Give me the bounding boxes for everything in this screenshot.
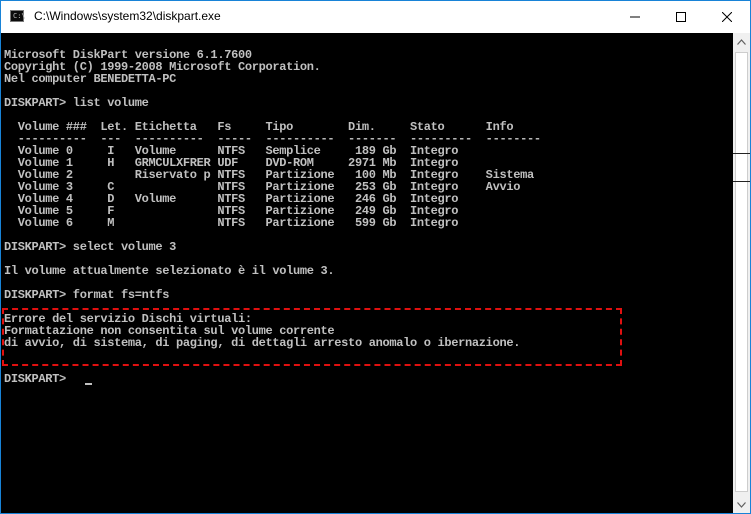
prompt-line[interactable]: DISKPART> [4, 373, 73, 385]
scroll-down-arrow-icon [737, 501, 746, 508]
error-highlight-box [2, 308, 622, 366]
console-line: DISKPART> select volume 3 [4, 240, 177, 254]
text-cursor [85, 383, 92, 385]
app-icon-glyph: C:\ [13, 12, 26, 20]
vertical-scrollbar[interactable] [733, 33, 750, 513]
close-icon [722, 11, 732, 22]
console-output[interactable]: Microsoft DiskPart versione 6.1.7600 Cop… [1, 33, 733, 513]
scroll-up-button[interactable] [733, 33, 750, 50]
scroll-down-button[interactable] [733, 496, 750, 513]
maximize-icon [676, 11, 686, 22]
scroll-track[interactable] [733, 50, 750, 496]
scroll-thumb[interactable] [735, 52, 748, 492]
console-line: DISKPART> list volume [4, 96, 149, 110]
diskpart-window: C:\ C:\Windows\system32\diskpart.exe Mic… [0, 0, 751, 514]
minimize-icon [630, 16, 640, 17]
window-title: C:\Windows\system32\diskpart.exe [34, 9, 221, 23]
scroll-marker [733, 153, 750, 154]
close-button[interactable] [704, 1, 750, 32]
scroll-up-arrow-icon [737, 38, 746, 45]
console-line: Il volume attualmente selezionato è il v… [4, 264, 335, 278]
maximize-button[interactable] [658, 1, 704, 32]
minimize-button[interactable] [612, 1, 658, 32]
table-row: Volume 6 M NTFS Partizione 599 Gb Integr… [4, 216, 459, 230]
console-line: DISKPART> format fs=ntfs [4, 288, 170, 302]
title-bar[interactable]: C:\ C:\Windows\system32\diskpart.exe [1, 1, 750, 33]
console-line: Nel computer BENEDETTA-PC [4, 72, 177, 86]
console-app-icon[interactable]: C:\ [10, 10, 26, 22]
scroll-marker [733, 181, 750, 182]
